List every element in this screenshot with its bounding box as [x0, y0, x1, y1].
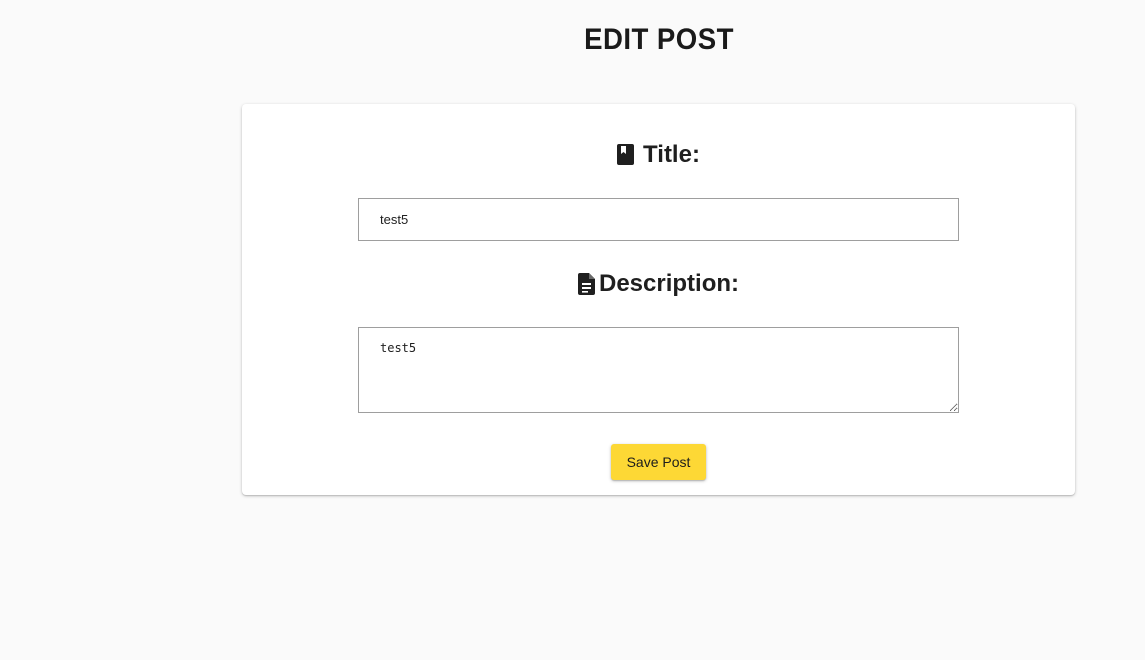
edit-post-card: Title: Description: test5 Save Post — [242, 104, 1075, 495]
description-textarea[interactable]: test5 — [358, 327, 959, 413]
description-heading: Description: — [242, 269, 1075, 299]
description-label: Description: — [598, 270, 739, 297]
page-title: EDIT POST — [584, 23, 734, 56]
title-label: Title: — [643, 141, 700, 168]
book-icon — [617, 144, 635, 166]
description-document-icon — [577, 273, 596, 295]
title-input[interactable] — [358, 198, 959, 241]
title-heading: Title: — [242, 140, 1075, 170]
save-post-button[interactable]: Save Post — [611, 444, 706, 480]
